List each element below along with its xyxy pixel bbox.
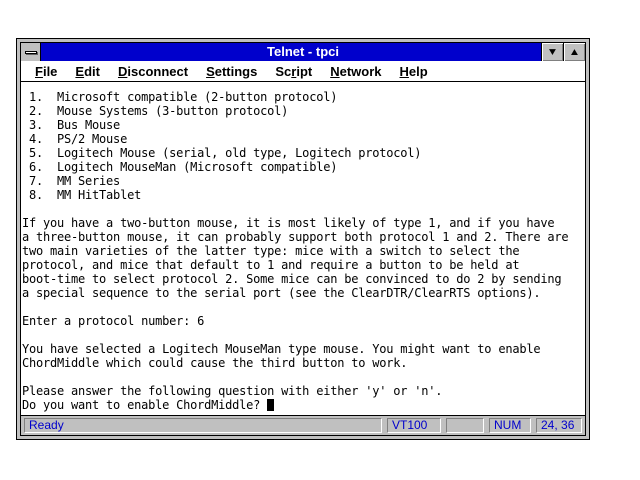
- menu-bar: FileEditDisconnectSettingsScriptNetworkH…: [21, 61, 585, 82]
- terminal-screen[interactable]: 1. Microsoft compatible (2-button protoc…: [21, 82, 585, 415]
- menu-item-network[interactable]: Network: [321, 64, 390, 79]
- telnet-window: Telnet - tpci ▼ ▲ FileEditDisconnectSett…: [16, 38, 590, 440]
- window-inner-frame: Telnet - tpci ▼ ▲ FileEditDisconnectSett…: [20, 42, 586, 436]
- title-bar[interactable]: Telnet - tpci ▼ ▲: [21, 43, 585, 61]
- window-title: Telnet - tpci: [21, 43, 585, 61]
- maximize-icon: ▲: [571, 48, 578, 56]
- status-emulation: VT100: [387, 418, 441, 433]
- menu-item-disconnect[interactable]: Disconnect: [109, 64, 197, 79]
- minimize-button[interactable]: ▼: [541, 43, 563, 61]
- minimize-icon: ▼: [549, 48, 556, 56]
- maximize-button[interactable]: ▲: [563, 43, 585, 61]
- status-numlock: NUM: [489, 418, 531, 433]
- terminal-text: 1. Microsoft compatible (2-button protoc…: [21, 82, 585, 412]
- menu-item-help[interactable]: Help: [391, 64, 437, 79]
- status-message: Ready: [24, 418, 382, 433]
- menu-item-file[interactable]: File: [26, 64, 66, 79]
- caption-buttons: ▼ ▲: [541, 43, 585, 61]
- menu-item-script[interactable]: Script: [266, 64, 321, 79]
- status-extra-panel: [446, 418, 484, 433]
- status-bar: Ready VT100 NUM 24, 36: [21, 415, 585, 435]
- status-cursor-position: 24, 36: [536, 418, 582, 433]
- menu-item-edit[interactable]: Edit: [66, 64, 109, 79]
- menu-item-settings[interactable]: Settings: [197, 64, 266, 79]
- terminal-cursor: [267, 399, 274, 411]
